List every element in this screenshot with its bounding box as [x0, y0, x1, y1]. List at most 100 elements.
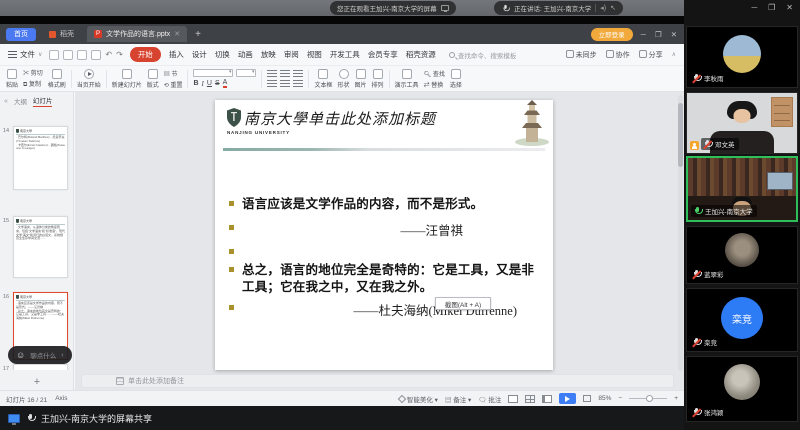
beautify-button[interactable]: 智能美化 ▾ [399, 394, 438, 404]
tab-outline[interactable]: 大纲 [14, 96, 27, 106]
zoom-slider-knob[interactable] [646, 395, 653, 402]
tab-transition[interactable]: 切换 [215, 49, 230, 60]
close-window-icon[interactable]: ✕ [671, 30, 678, 39]
thumbnail-17[interactable] [13, 364, 68, 370]
collapse-ribbon-icon[interactable]: ∧ [672, 51, 676, 58]
participant-tile-3-speaking[interactable]: 王加兴-南京大学 [686, 156, 798, 222]
restore-window-icon[interactable]: ❐ [655, 30, 663, 39]
normal-view-icon[interactable] [508, 395, 518, 403]
notes-toggle[interactable]: ▤ 备注 ▾ [445, 394, 471, 404]
slideshow-play-button[interactable] [559, 393, 576, 404]
strikethrough-button[interactable]: S [215, 80, 220, 87]
tab-view[interactable]: 视图 [307, 49, 322, 60]
slide-16[interactable]: 南京大學单击此处添加标题 NANJING UNIVERSITY [215, 100, 553, 370]
underline-button[interactable]: U [207, 80, 212, 87]
collapse-chat-icon[interactable]: ‹ [61, 352, 63, 359]
redo-icon[interactable]: ↷ [116, 50, 123, 59]
close-tab-icon[interactable]: ✕ [174, 30, 180, 38]
participant-tile-1[interactable]: 李秋雨 [686, 26, 798, 88]
tab-docer-res[interactable]: 稻壳资源 [406, 49, 436, 60]
save-icon[interactable] [49, 50, 59, 60]
arrange-button[interactable]: 排列 [372, 69, 384, 89]
tab-slides[interactable]: 幻灯片 [33, 95, 53, 107]
tab-home[interactable]: 开始 [130, 47, 161, 62]
output-icon[interactable] [63, 50, 73, 60]
section-button[interactable]: ▤ 节 [164, 69, 183, 78]
align-right-icon[interactable] [293, 70, 303, 78]
collapse-panel-icon[interactable]: « [4, 98, 8, 105]
participant-tile-5[interactable]: 栾竞 栾竞 [686, 288, 798, 352]
share-button[interactable]: 分享 [639, 50, 663, 60]
numbering-icon[interactable] [293, 80, 303, 88]
chat-bubble[interactable]: ☺ 聊点什么 ‹ [8, 346, 72, 364]
document-tab[interactable]: P 文学作品的语言.pptx ✕ [87, 26, 187, 42]
line-spacing-icon[interactable] [280, 80, 290, 88]
close-button[interactable]: ✕ [786, 3, 793, 12]
bold-button[interactable]: B [193, 80, 198, 87]
participant-tile-2[interactable]: 邓文英 [686, 92, 798, 154]
thumbnail-14[interactable]: 南京大學 · 巴尔特(Roland Barthes)…托多罗夫(Tzvetan … [13, 126, 68, 190]
justify-icon[interactable] [267, 80, 277, 88]
italic-button[interactable]: I [202, 80, 204, 88]
tab-developer[interactable]: 开发工具 [330, 49, 360, 60]
align-left-icon[interactable] [267, 70, 277, 78]
preview-icon[interactable] [91, 50, 101, 60]
font-family-select[interactable] [193, 69, 233, 77]
docer-tab[interactable]: 稻壳 [42, 26, 81, 42]
command-search[interactable]: 查找命令、搜索模板 [449, 50, 517, 60]
zoom-level[interactable]: 85% [598, 395, 611, 402]
paste-button[interactable]: 粘贴 [6, 69, 18, 89]
speaker-icon[interactable]: ◂) [600, 4, 606, 12]
tab-member[interactable]: 会员专享 [368, 49, 398, 60]
tab-review[interactable]: 审阅 [284, 49, 299, 60]
format-painter-button[interactable]: 格式刷 [48, 69, 66, 89]
new-slide-button[interactable]: 新建幻灯片 [112, 69, 142, 89]
find-button[interactable]: 🔍︎ 查找 [424, 69, 445, 78]
print-icon[interactable] [77, 50, 87, 60]
thumbnail-15[interactable]: 南京大學 · 文学语言，从语体分类的角度而言，包括“文学语言”和“标准语”，现代… [13, 216, 68, 278]
participant-tile-4[interactable]: 蓝翠彩 [686, 226, 798, 284]
textbox-button[interactable]: 文本框 [314, 69, 332, 89]
minimize-window-icon[interactable]: ─ [641, 30, 647, 39]
tab-design[interactable]: 设计 [192, 49, 207, 60]
tab-animation[interactable]: 动画 [238, 49, 253, 60]
reading-view-icon[interactable] [542, 395, 552, 403]
zoom-out-button[interactable]: − [618, 395, 622, 402]
participant-tile-6[interactable]: 张鸿颖 [686, 356, 798, 422]
fit-window-icon[interactable] [583, 395, 591, 402]
sync-status[interactable]: 未同步 [566, 50, 597, 60]
cut-button[interactable]: ✂ 剪切 [23, 68, 43, 77]
zoom-slider[interactable] [629, 398, 667, 399]
zoom-in-button[interactable]: + [674, 395, 678, 402]
font-size-select[interactable] [236, 69, 256, 77]
font-color-button[interactable]: A [223, 79, 228, 88]
notes-bar[interactable]: 单击此处添加备注 [81, 374, 674, 388]
file-menu[interactable]: 文件 ∨ [8, 49, 42, 60]
chat-placeholder[interactable]: 聊点什么 [30, 350, 56, 360]
tab-slideshow[interactable]: 放映 [261, 49, 276, 60]
canvas-scrollbar[interactable] [678, 95, 683, 371]
replace-button[interactable]: ⇄ 替换 [424, 80, 445, 89]
picture-button[interactable]: 图片 [355, 69, 367, 89]
present-tools-button[interactable]: 演示工具 [395, 69, 419, 89]
sorter-view-icon[interactable] [525, 395, 535, 403]
align-center-icon[interactable] [280, 70, 290, 78]
layout-button[interactable]: 版式 [147, 69, 159, 89]
reset-button[interactable]: ⟲ 重置 [164, 80, 183, 89]
shape-button[interactable]: 形状 [338, 69, 350, 89]
undo-icon[interactable]: ↶ [105, 50, 112, 59]
login-button[interactable]: 立即登录 [591, 28, 633, 41]
new-tab-button[interactable]: + [195, 29, 201, 40]
emoji-icon[interactable]: ☺ [16, 351, 25, 360]
home-tab[interactable]: 首页 [6, 28, 36, 41]
restore-button[interactable]: ❐ [768, 3, 775, 12]
collaborate-button[interactable]: 协作 [606, 50, 630, 60]
copy-button[interactable]: ⧉ 复制 [23, 79, 43, 89]
restore-banner-icon[interactable]: ↖ [610, 4, 616, 12]
minimize-button[interactable]: ─ [751, 3, 757, 12]
slide-body[interactable]: 语言应该是文学作品的内容，而不是形式。 ——汪曾祺 总之，语言的地位完全是奇特的… [229, 196, 543, 318]
comments-toggle[interactable]: 🗨︎ 批注 [478, 394, 501, 404]
play-from-page-button[interactable]: 当页开始 [77, 69, 101, 89]
add-slide-button[interactable]: + [0, 376, 74, 388]
select-button[interactable]: 选择 [450, 69, 462, 89]
